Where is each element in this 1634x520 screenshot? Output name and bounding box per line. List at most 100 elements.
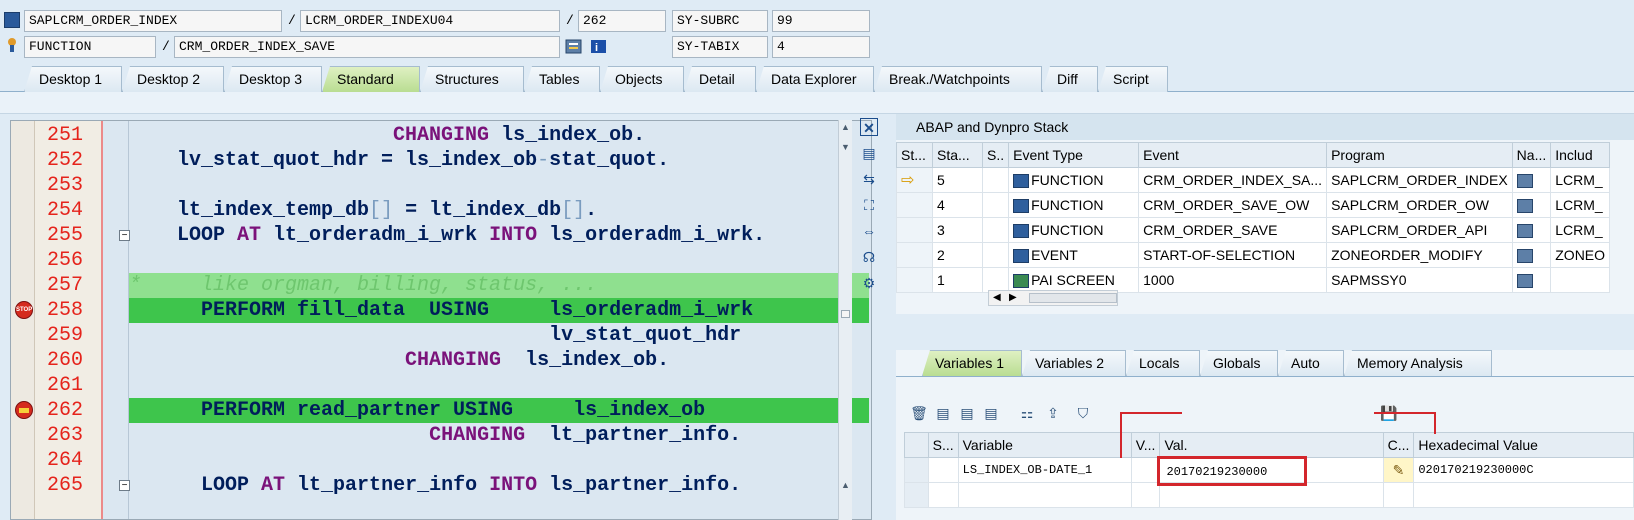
source-line[interactable]: 258 PERFORM fill_data USING ls_orderadm_… xyxy=(11,298,871,323)
change-value-icon[interactable]: ✎ xyxy=(1382,457,1415,483)
tab-objects[interactable]: Objects xyxy=(600,66,684,92)
swap-icon[interactable]: ⇔ xyxy=(860,222,878,240)
stack-hscroll[interactable]: ◀ ▶ xyxy=(988,290,1118,306)
navigate-icon[interactable] xyxy=(1516,174,1533,189)
event-name[interactable]: CRM_ORDER_SAVE xyxy=(1138,217,1328,243)
col-program[interactable]: Program xyxy=(1326,142,1513,168)
code-text[interactable]: * like orgman, billing, status, ... xyxy=(129,273,869,298)
program-name[interactable]: ZONEORDER_MODIFY xyxy=(1326,242,1513,268)
source-line[interactable]: 265 LOOP AT lt_partner_info INTO ls_part… xyxy=(11,473,871,498)
source-line[interactable]: 253 xyxy=(11,173,871,198)
list-edit-icon[interactable]: ▤ xyxy=(958,404,976,422)
event-name[interactable]: 1000 xyxy=(1138,267,1328,293)
col-hex-value[interactable]: Hexadecimal Value xyxy=(1413,432,1634,458)
tab-variables-2[interactable]: Variables 2 xyxy=(1022,350,1126,376)
col-c[interactable]: C... xyxy=(1382,432,1415,458)
replace-icon[interactable]: ⇆ xyxy=(860,170,878,188)
table-row[interactable]: 2 EVENT START-OF-SELECTION ZONEORDER_MODIFY… xyxy=(896,242,1611,268)
new-tool-icon[interactable]: ▤ xyxy=(860,144,878,162)
col-s[interactable]: S... xyxy=(927,432,959,458)
source-line[interactable]: 263 CHANGING lt_partner_info. xyxy=(11,423,871,448)
source-line[interactable]: 262 PERFORM read_partner USING ls_index_… xyxy=(11,398,871,423)
tag-icon[interactable]: ⛉ xyxy=(1074,404,1092,422)
table-row[interactable] xyxy=(904,482,1634,508)
code-text[interactable]: PERFORM read_partner USING ls_index_ob xyxy=(129,398,869,423)
program-name[interactable]: SAPMSSY0 xyxy=(1326,267,1513,293)
breakpoint-icon[interactable] xyxy=(15,401,33,419)
code-text[interactable]: CHANGING ls_index_ob. xyxy=(129,123,869,148)
scroll-up-icon[interactable]: ▲ xyxy=(841,480,850,490)
navigate-cell[interactable] xyxy=(1511,217,1552,243)
col-include[interactable]: Includ xyxy=(1550,142,1611,168)
table-row[interactable]: ⇨ 5 FUNCTION CRM_ORDER_INDEX_SA... SAPLCRM_O… xyxy=(896,167,1611,193)
source-line[interactable]: 259 lv_stat_quot_hdr xyxy=(11,323,871,348)
code-text[interactable]: LOOP AT lt_partner_info INTO ls_partner_… xyxy=(129,473,869,498)
tab-data-explorer[interactable]: Data Explorer xyxy=(756,66,874,92)
source-line[interactable]: 254 lt_index_temp_db[] = lt_index_db[]. xyxy=(11,198,871,223)
table-row[interactable]: 1 PAI SCREEN 1000 SAPMSSY0 xyxy=(896,267,1611,293)
fold-toggle-icon[interactable]: − xyxy=(119,480,130,491)
code-text[interactable]: lv_stat_quot_hdr xyxy=(129,323,869,348)
table-row[interactable]: 4 FUNCTION CRM_ORDER_SAVE_OW SAPLCRM_ORDER_… xyxy=(896,192,1611,218)
hierarchy-icon[interactable]: ⚏ xyxy=(1018,404,1036,422)
tab-structures[interactable]: Structures xyxy=(420,66,524,92)
code-text[interactable]: lt_index_temp_db[] = lt_index_db[]. xyxy=(129,198,869,223)
source-editor[interactable]: 251 CHANGING ls_index_ob. 252 lv_stat_quo… xyxy=(10,120,872,520)
code-text[interactable]: lv_stat_quot_hdr = ls_index_ob-stat_quot… xyxy=(129,148,869,173)
program-name[interactable]: SAPLCRM_ORDER_API xyxy=(1326,217,1513,243)
col-stack-level[interactable]: Sta... xyxy=(932,142,983,168)
info-icon[interactable]: i xyxy=(590,39,606,55)
line-number-field[interactable]: 262 xyxy=(578,10,666,32)
tab-break-watchpoints[interactable]: Break./Watchpoints xyxy=(874,66,1042,92)
navigate-icon[interactable] xyxy=(565,39,582,55)
source-line[interactable]: 260 CHANGING ls_index_ob. xyxy=(11,348,871,373)
event-name[interactable]: START-OF-SELECTION xyxy=(1138,242,1328,268)
program-name[interactable]: SAPLCRM_ORDER_OW xyxy=(1326,192,1513,218)
code-text[interactable]: CHANGING ls_index_ob. xyxy=(129,348,869,373)
col-st[interactable]: St... xyxy=(896,142,933,168)
col-event-type[interactable]: Event Type xyxy=(1008,142,1140,168)
tab-desktop-2[interactable]: Desktop 2 xyxy=(122,66,224,92)
navigate-icon[interactable] xyxy=(1516,249,1533,264)
source-line[interactable]: 251 CHANGING ls_index_ob. xyxy=(11,123,871,148)
col-navigate[interactable]: Na... xyxy=(1511,142,1552,168)
subrc-value[interactable]: 99 xyxy=(772,10,870,32)
tab-detail[interactable]: Detail xyxy=(684,66,756,92)
col-v[interactable]: V... xyxy=(1130,432,1161,458)
list-icon[interactable]: ▤ xyxy=(934,404,952,422)
tabix-value[interactable]: 4 xyxy=(772,36,870,58)
tab-script[interactable]: Script xyxy=(1098,66,1168,92)
tab-tables[interactable]: Tables xyxy=(524,66,600,92)
function-name-field[interactable]: CRM_ORDER_INDEX_SAVE xyxy=(174,36,560,58)
scroll-right-icon[interactable]: ▶ xyxy=(1009,292,1017,303)
row-selector[interactable] xyxy=(904,482,929,508)
share-icon[interactable]: ⇪ xyxy=(1044,404,1062,422)
col-s[interactable]: S.. xyxy=(981,142,1010,168)
source-line[interactable]: 257 * like orgman, billing, status, ... xyxy=(11,273,871,298)
navigate-cell[interactable] xyxy=(1511,192,1552,218)
row-selector[interactable] xyxy=(904,457,929,483)
program-field[interactable]: SAPLCRM_ORDER_INDEX xyxy=(24,10,282,32)
delete-icon[interactable]: 🗑 xyxy=(910,404,928,422)
navigate-cell[interactable] xyxy=(1511,242,1552,268)
close-icon[interactable]: ✕ xyxy=(860,118,878,136)
tab-desktop-3[interactable]: Desktop 3 xyxy=(224,66,322,92)
tab-locals[interactable]: Locals xyxy=(1126,350,1200,376)
col-event[interactable]: Event xyxy=(1138,142,1328,168)
fullscreen-icon[interactable]: ⛶ xyxy=(860,196,878,214)
source-line[interactable]: 256 xyxy=(11,248,871,273)
include-name[interactable]: ZONEO xyxy=(1550,242,1611,268)
scroll-down-icon[interactable]: ▼ xyxy=(841,142,850,152)
scroll-up-icon[interactable]: ▲ xyxy=(841,122,850,132)
include-name[interactable]: LCRM_ xyxy=(1550,217,1611,243)
fold-toggle-icon[interactable]: − xyxy=(119,230,130,241)
source-line[interactable]: 255 LOOP AT lt_orderadm_i_wrk INTO ls_or… xyxy=(11,223,871,248)
tab-memory-analysis[interactable]: Memory Analysis xyxy=(1344,350,1492,376)
navigate-icon[interactable] xyxy=(1516,199,1533,214)
col-value[interactable]: Val. xyxy=(1159,432,1384,458)
source-line[interactable]: 252 lv_stat_quot_hdr = ls_index_ob-stat_… xyxy=(11,148,871,173)
tab-diff[interactable]: Diff xyxy=(1042,66,1098,92)
navigate-cell[interactable] xyxy=(1511,167,1552,193)
navigate-icon[interactable] xyxy=(1516,274,1533,289)
type-field[interactable]: FUNCTION xyxy=(24,36,156,58)
